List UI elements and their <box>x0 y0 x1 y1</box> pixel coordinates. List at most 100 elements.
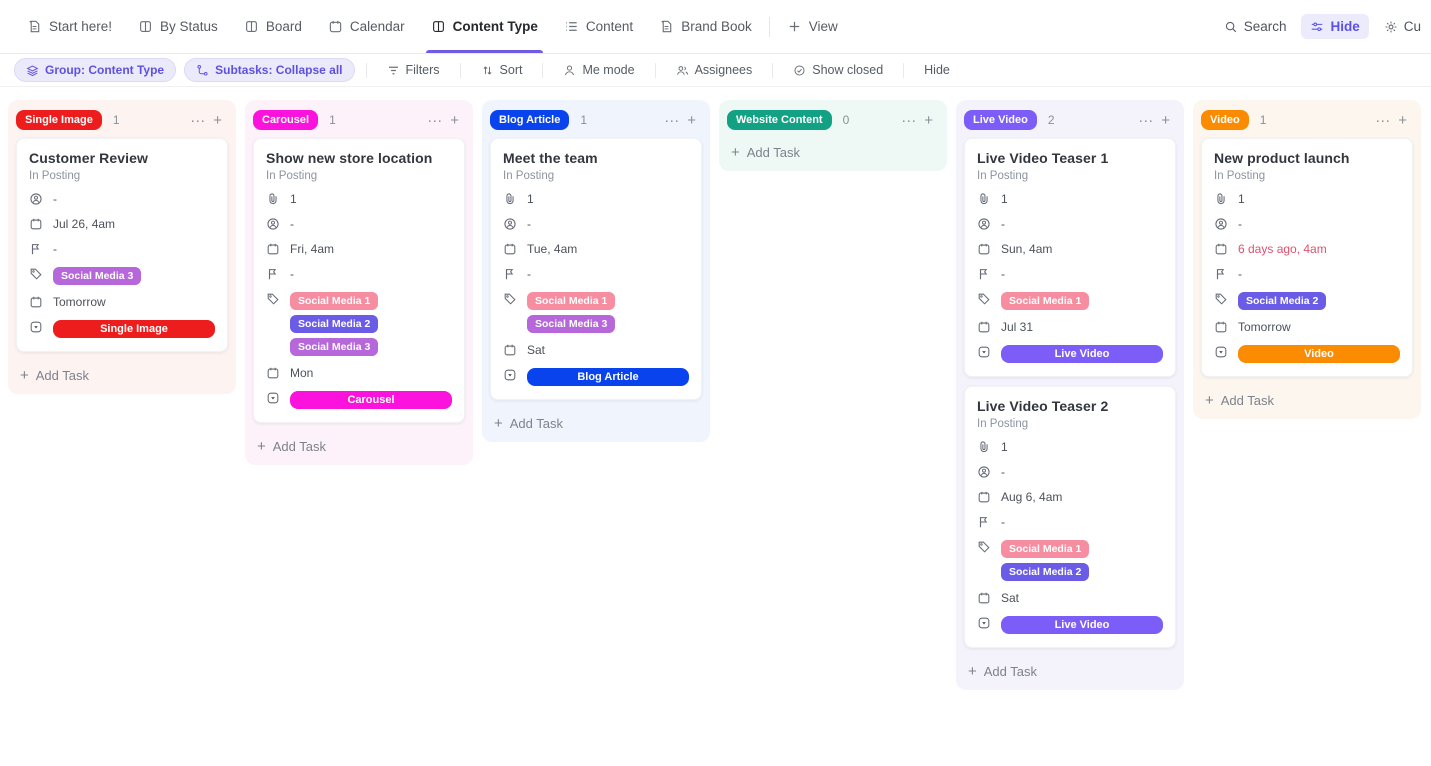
task-field-row-date[interactable]: Jul 31 <box>977 320 1163 335</box>
subtasks-chip[interactable]: Subtasks: Collapse all <box>184 58 354 82</box>
hide-button[interactable]: Hide <box>1301 14 1368 39</box>
task-field-row-priority[interactable]: - <box>266 267 452 282</box>
task-field-row-status[interactable]: Video <box>1214 345 1400 363</box>
task-field-row-priority[interactable]: - <box>977 515 1163 530</box>
task-field-row-date[interactable]: Mon <box>266 366 452 381</box>
tag-pill[interactable]: Social Media 1 <box>290 292 378 310</box>
task-field-row-assignee[interactable]: - <box>977 465 1163 480</box>
task-field-row-attachment[interactable]: 1 <box>266 192 452 207</box>
task-field-row-tags[interactable]: Social Media 2 <box>1214 292 1400 310</box>
task-card[interactable]: Show new store locationIn Posting1-Fri, … <box>253 138 465 423</box>
column-add-task-button[interactable]: + <box>683 111 700 130</box>
task-field-row-attachment[interactable]: 1 <box>977 192 1163 207</box>
add-task-button[interactable]: +Add Task <box>964 657 1041 682</box>
task-card[interactable]: Live Video Teaser 1In Posting1-Sun, 4am-… <box>964 138 1176 377</box>
tab-start-here[interactable]: Start here! <box>14 0 125 53</box>
task-card[interactable]: New product launchIn Posting1-6 days ago… <box>1201 138 1413 377</box>
task-card[interactable]: Customer ReviewIn Posting-Jul 26, 4am-So… <box>16 138 228 352</box>
task-field-row-priority[interactable]: - <box>977 267 1163 282</box>
task-field-row-date[interactable]: Sun, 4am <box>977 242 1163 257</box>
show-closed-button[interactable]: Show closed <box>784 59 892 81</box>
task-field-row-status[interactable]: Blog Article <box>503 368 689 386</box>
status-pill[interactable]: Carousel <box>290 391 452 409</box>
tag-pill[interactable]: Social Media 2 <box>1001 563 1089 581</box>
task-field-row-date[interactable]: Tomorrow <box>29 295 215 310</box>
task-field-row-attachment[interactable]: 1 <box>503 192 689 207</box>
group-by-chip[interactable]: Group: Content Type <box>14 58 176 82</box>
column-status-badge[interactable]: Carousel <box>253 110 318 130</box>
tab-brand-book[interactable]: Brand Book <box>646 0 765 53</box>
filters-button[interactable]: Filters <box>378 59 449 81</box>
search-button[interactable]: Search <box>1215 14 1296 39</box>
column-status-badge[interactable]: Video <box>1201 110 1249 130</box>
task-field-row-tags[interactable]: Social Media 1 Social Media 2 Social Media… <box>266 292 452 356</box>
toolbar-hide-button[interactable]: Hide <box>915 59 959 81</box>
task-field-row-priority[interactable]: - <box>29 242 215 257</box>
add-task-button[interactable]: +Add Task <box>16 361 93 386</box>
assignees-button[interactable]: Assignees <box>667 59 762 81</box>
tab-calendar[interactable]: Calendar <box>315 0 418 53</box>
column-menu-button[interactable]: ··· <box>660 111 683 130</box>
task-field-row-assignee[interactable]: - <box>29 192 215 207</box>
column-add-task-button[interactable]: + <box>1157 111 1174 130</box>
column-add-task-button[interactable]: + <box>920 111 937 130</box>
status-pill[interactable]: Live Video <box>1001 345 1163 363</box>
task-field-row-date[interactable]: Tomorrow <box>1214 320 1400 335</box>
column-menu-button[interactable]: ··· <box>186 111 209 130</box>
task-field-row-tags[interactable]: Social Media 3 <box>29 267 215 285</box>
status-pill[interactable]: Video <box>1238 345 1400 363</box>
column-status-badge[interactable]: Website Content <box>727 110 832 130</box>
add-task-button[interactable]: +Add Task <box>1201 386 1278 411</box>
status-pill[interactable]: Blog Article <box>527 368 689 386</box>
tab-content-type[interactable]: Content Type <box>418 0 551 53</box>
column-menu-button[interactable]: ··· <box>897 111 920 130</box>
task-field-row-date[interactable]: Fri, 4am <box>266 242 452 257</box>
sort-button[interactable]: Sort <box>472 59 532 81</box>
column-menu-button[interactable]: ··· <box>1371 111 1394 130</box>
me-mode-button[interactable]: Me mode <box>554 59 643 81</box>
add-task-button[interactable]: +Add Task <box>727 138 804 163</box>
tag-pill[interactable]: Social Media 1 <box>1001 292 1089 310</box>
column-status-badge[interactable]: Single Image <box>16 110 102 130</box>
column-add-task-button[interactable]: + <box>1394 111 1411 130</box>
column-menu-button[interactable]: ··· <box>423 111 446 130</box>
task-field-row-status[interactable]: Carousel <box>266 391 452 409</box>
tag-pill[interactable]: Social Media 3 <box>53 267 141 285</box>
task-field-row-priority[interactable]: - <box>503 267 689 282</box>
task-field-row-attachment[interactable]: 1 <box>977 440 1163 455</box>
task-field-row-status[interactable]: Live Video <box>977 345 1163 363</box>
task-field-row-assignee[interactable]: - <box>503 217 689 232</box>
column-status-badge[interactable]: Live Video <box>964 110 1037 130</box>
status-pill[interactable]: Single Image <box>53 320 215 338</box>
task-field-row-priority[interactable]: - <box>1214 267 1400 282</box>
task-field-row-status[interactable]: Single Image <box>29 320 215 338</box>
tab-board[interactable]: Board <box>231 0 315 53</box>
task-field-row-status[interactable]: Live Video <box>977 616 1163 634</box>
status-pill[interactable]: Live Video <box>1001 616 1163 634</box>
tag-pill[interactable]: Social Media 2 <box>1238 292 1326 310</box>
add-task-button[interactable]: +Add Task <box>490 409 567 434</box>
tag-pill[interactable]: Social Media 2 <box>290 315 378 333</box>
column-menu-button[interactable]: ··· <box>1134 111 1157 130</box>
tab-by-status[interactable]: By Status <box>125 0 231 53</box>
tag-pill[interactable]: Social Media 3 <box>527 315 615 333</box>
task-field-row-date[interactable]: Jul 26, 4am <box>29 217 215 232</box>
task-card[interactable]: Live Video Teaser 2In Posting1-Aug 6, 4a… <box>964 386 1176 648</box>
add-view-button[interactable]: View <box>774 0 851 53</box>
add-task-button[interactable]: +Add Task <box>253 432 330 457</box>
column-status-badge[interactable]: Blog Article <box>490 110 569 130</box>
task-field-row-assignee[interactable]: - <box>977 217 1163 232</box>
tab-content[interactable]: Content <box>551 0 646 53</box>
task-card[interactable]: Meet the teamIn Posting1-Tue, 4am-Social… <box>490 138 702 400</box>
customize-button[interactable]: Cu <box>1375 14 1421 39</box>
tag-pill[interactable]: Social Media 1 <box>527 292 615 310</box>
task-field-row-date[interactable]: 6 days ago, 4am <box>1214 242 1400 257</box>
tag-pill[interactable]: Social Media 3 <box>290 338 378 356</box>
task-field-row-attachment[interactable]: 1 <box>1214 192 1400 207</box>
column-add-task-button[interactable]: + <box>209 111 226 130</box>
task-field-row-tags[interactable]: Social Media 1 Social Media 3 <box>503 292 689 333</box>
task-field-row-date[interactable]: Sat <box>503 343 689 358</box>
task-field-row-date[interactable]: Aug 6, 4am <box>977 490 1163 505</box>
task-field-row-date[interactable]: Sat <box>977 591 1163 606</box>
task-field-row-tags[interactable]: Social Media 1Social Media 2 <box>977 540 1163 581</box>
